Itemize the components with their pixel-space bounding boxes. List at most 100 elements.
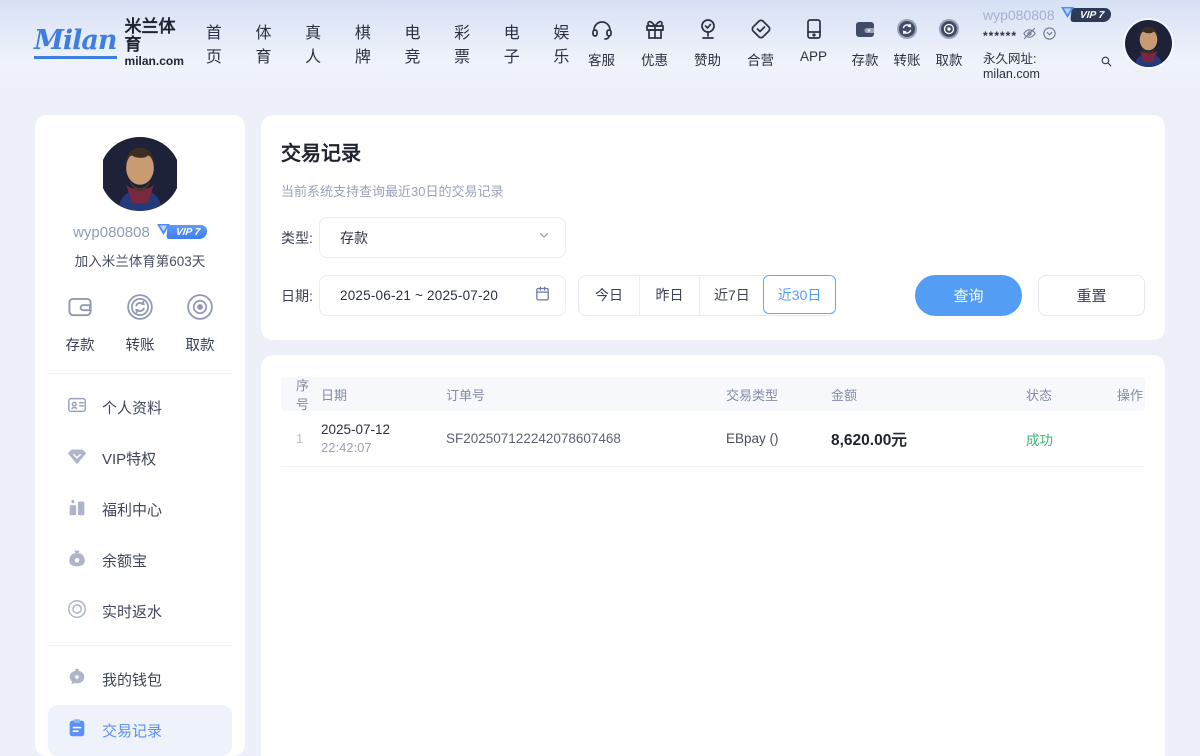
topbar: Milan 米兰体育 milan.com 首页 体育 真人 棋牌 电竞 彩票 电… xyxy=(0,0,1200,86)
piggy-wallet-icon xyxy=(66,666,88,693)
nav-esports[interactable]: 电竞 xyxy=(404,19,431,67)
vip-gem-icon xyxy=(66,445,88,472)
app-download-button[interactable]: APP xyxy=(792,17,835,69)
withdraw-icon xyxy=(937,17,961,46)
wallet-icon xyxy=(853,17,877,46)
balance-mask: ****** xyxy=(983,29,1017,43)
chevron-circle-icon[interactable] xyxy=(1042,26,1057,46)
affiliate-button[interactable]: 合营 xyxy=(739,17,782,69)
wallet-label: 存款 xyxy=(852,49,879,69)
col-header-status: 状态 xyxy=(1026,385,1106,404)
vip-level-label: VIP 7 xyxy=(1070,8,1112,22)
nav-lottery[interactable]: 彩票 xyxy=(454,19,481,67)
handshake-icon xyxy=(749,17,773,46)
clipboard-icon xyxy=(66,717,88,744)
vip-badge: VIP 7 xyxy=(1060,6,1111,24)
date-range-value: 2025-06-21 ~ 2025-07-20 xyxy=(340,288,534,303)
quick-action-label: 存款 xyxy=(66,334,95,355)
sidebar-item-profile[interactable]: 个人资料 xyxy=(48,382,232,433)
withdraw-button[interactable]: 取款 xyxy=(929,17,969,69)
nav-sports[interactable]: 体育 xyxy=(256,19,283,67)
withdraw-icon xyxy=(185,292,215,327)
user-name-row[interactable]: wyp080808 VIP 7 xyxy=(983,6,1113,24)
main-nav: 首页 体育 真人 棋牌 电竞 彩票 电子 娱乐 xyxy=(206,19,580,67)
sidebar-item-label: 交易记录 xyxy=(102,720,162,741)
col-header-amount: 金额 xyxy=(831,385,1026,404)
money-bag-icon xyxy=(66,547,88,574)
calendar-icon xyxy=(534,285,551,307)
nav-cards[interactable]: 棋牌 xyxy=(355,19,382,67)
vip-level-label: VIP 7 xyxy=(166,225,208,239)
type-select[interactable]: 存款 xyxy=(319,217,566,258)
search-button[interactable]: 查询 xyxy=(915,275,1022,316)
sidebar-deposit-button[interactable]: 存款 xyxy=(65,292,95,355)
service-label: 优惠 xyxy=(641,49,668,69)
date-label: 日期: xyxy=(281,286,319,306)
nav-home[interactable]: 首页 xyxy=(206,19,233,67)
logo[interactable]: Milan 米兰体育 milan.com xyxy=(34,18,184,69)
medal-icon xyxy=(696,17,720,46)
date-range-input[interactable]: 2025-06-21 ~ 2025-07-20 xyxy=(319,275,566,316)
magnifier-icon[interactable] xyxy=(1100,55,1113,73)
wallet-label: 转账 xyxy=(894,49,921,69)
balance-row: ****** xyxy=(983,26,1113,46)
transfer-button[interactable]: 转账 xyxy=(887,17,927,69)
logo-text: 米兰体育 milan.com xyxy=(125,18,184,69)
sponsor-button[interactable]: 赞助 xyxy=(686,17,729,69)
deposit-button[interactable]: 存款 xyxy=(845,17,885,69)
sidebar-item-transactions[interactable]: 交易记录 xyxy=(48,705,232,756)
site-row: 永久网址: milan.com xyxy=(983,48,1113,81)
range-30days-button[interactable]: 近30日 xyxy=(763,275,837,314)
type-label: 类型: xyxy=(281,228,319,248)
nav-live[interactable]: 真人 xyxy=(305,19,332,67)
layout: wyp080808 VIP 7 加入米兰体育第603天 存款 转账 xyxy=(0,86,1200,756)
sidebar-quick-actions: 存款 转账 取款 xyxy=(48,286,232,373)
row-date: 2025-07-12 xyxy=(321,422,440,437)
sidebar: wyp080808 VIP 7 加入米兰体育第603天 存款 转账 xyxy=(35,115,245,756)
sidebar-item-benefits[interactable]: 福利中心 xyxy=(48,484,232,535)
col-header-type: 交易类型 xyxy=(726,385,831,404)
permanent-url-label: 永久网址: milan.com xyxy=(983,48,1095,81)
sidebar-avatar[interactable] xyxy=(100,137,180,211)
user-block: wyp080808 VIP 7 ****** 永久网址: milan.com xyxy=(983,6,1113,81)
status-badge: 成功 xyxy=(1026,429,1106,449)
range-7days-button[interactable]: 近7日 xyxy=(699,276,764,315)
customer-service-button[interactable]: 客服 xyxy=(580,17,623,69)
benefit-icon xyxy=(66,496,88,523)
sidebar-item-vip[interactable]: VIP特权 xyxy=(48,433,232,484)
type-select-value: 存款 xyxy=(340,228,537,248)
id-card-icon xyxy=(66,394,88,421)
sidebar-item-label: 个人资料 xyxy=(102,397,162,418)
col-header-date: 日期 xyxy=(321,385,446,404)
page-subtitle: 当前系统支持查询最近30日的交易记录 xyxy=(281,181,1145,200)
avatar[interactable] xyxy=(1125,20,1172,67)
row-amount: 8,620.00元 xyxy=(831,428,1026,450)
range-today-button[interactable]: 今日 xyxy=(579,276,639,315)
promotions-button[interactable]: 优惠 xyxy=(633,17,676,69)
join-days-label: 加入米兰体育第603天 xyxy=(75,250,206,270)
logo-cn: 米兰体育 xyxy=(125,18,184,55)
sidebar-transfer-button[interactable]: 转账 xyxy=(125,292,155,355)
sidebar-divider xyxy=(48,645,232,646)
vip-gem-icon xyxy=(156,223,171,241)
range-yesterday-button[interactable]: 昨日 xyxy=(639,276,699,315)
nav-casino[interactable]: 娱乐 xyxy=(553,19,580,67)
row-transaction-type: EBpay () xyxy=(726,431,831,446)
logo-domain: milan.com xyxy=(125,55,184,68)
row-time: 22:42:07 xyxy=(321,440,440,455)
col-header-action: 操作 xyxy=(1106,385,1145,404)
headset-icon xyxy=(590,17,614,46)
sidebar-withdraw-button[interactable]: 取款 xyxy=(185,292,215,355)
row-order-number: SF202507122242078607468 xyxy=(446,431,726,446)
sidebar-item-yuebao[interactable]: 余额宝 xyxy=(48,535,232,586)
service-label: 合营 xyxy=(747,49,774,69)
reset-button[interactable]: 重置 xyxy=(1038,275,1145,316)
sidebar-item-rebate[interactable]: 实时返水 xyxy=(48,586,232,637)
sidebar-item-wallet[interactable]: 我的钱包 xyxy=(48,654,232,705)
nav-slots[interactable]: 电子 xyxy=(504,19,531,67)
rebate-icon xyxy=(66,598,88,625)
sidebar-menu: 个人资料 VIP特权 福利中心 余额宝 实时返水 xyxy=(48,373,232,756)
service-label: 赞助 xyxy=(694,49,721,69)
col-header-no: 序号 xyxy=(281,375,321,413)
eye-off-icon[interactable] xyxy=(1022,26,1037,46)
